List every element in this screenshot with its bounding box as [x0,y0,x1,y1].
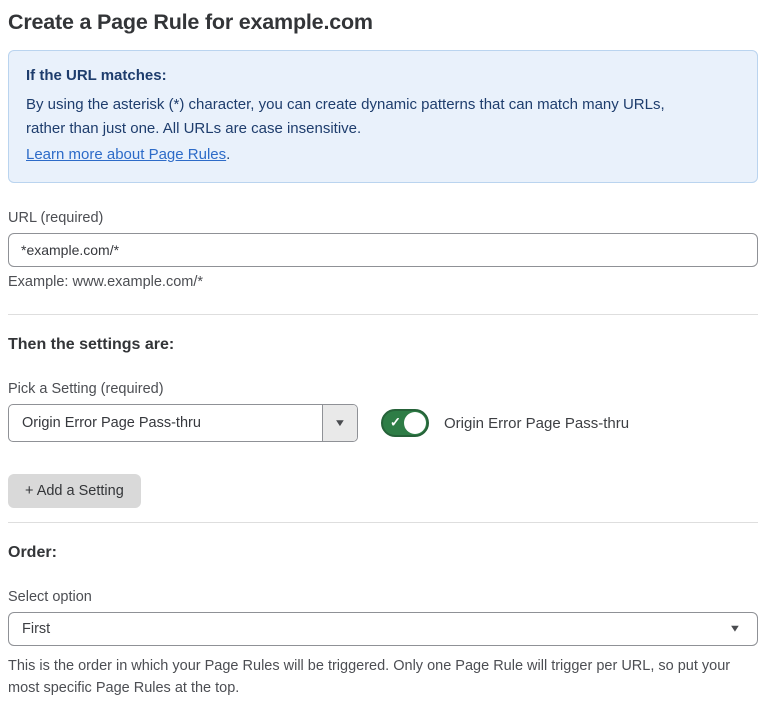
pick-setting-label: Pick a Setting (required) [8,381,164,397]
toggle-knob [404,412,426,434]
url-input[interactable] [8,233,758,267]
page-title: Create a Page Rule for example.com [8,10,373,34]
order-select[interactable]: First ▼ [8,612,758,646]
url-example-helper: Example: www.example.com/* [8,274,204,290]
settings-section-heading: Then the settings are: [8,336,175,353]
setting-select-arrow-box[interactable]: ▼ [322,405,357,441]
divider [8,522,758,523]
setting-toggle-label: Origin Error Page Pass-thru [444,414,630,432]
learn-more-link[interactable]: Learn more about Page Rules [26,146,226,163]
check-icon: ✓ [390,414,401,430]
add-setting-button[interactable]: + Add a Setting [8,474,141,508]
order-section-heading: Order: [8,544,57,561]
url-field-label: URL (required) [8,210,104,226]
order-helper-text: This is the order in which your Page Rul… [8,658,731,697]
info-box-body: By using the asterisk (*) character, you… [26,96,665,137]
setting-toggle[interactable]: ✓ [381,409,429,437]
order-select-value: First [22,621,51,637]
chevron-down-icon: ▼ [728,623,742,635]
divider [8,314,758,315]
setting-select-value: Origin Error Page Pass-thru [22,415,201,431]
info-link-suffix: . [226,146,231,163]
page-rule-form: Create a Page Rule for example.com If th… [0,0,770,710]
order-select-label: Select option [8,589,92,605]
setting-select[interactable]: Origin Error Page Pass-thru ▼ [8,404,358,442]
chevron-down-icon: ▼ [333,417,347,429]
info-box-heading: If the URL matches: [26,67,167,84]
url-match-info-box: If the URL matches: By using the asteris… [8,50,758,183]
setting-row: Origin Error Page Pass-thru ▼ ✓ Origin E… [8,404,758,442]
info-link-row: Learn more about Page Rules. [26,143,740,167]
